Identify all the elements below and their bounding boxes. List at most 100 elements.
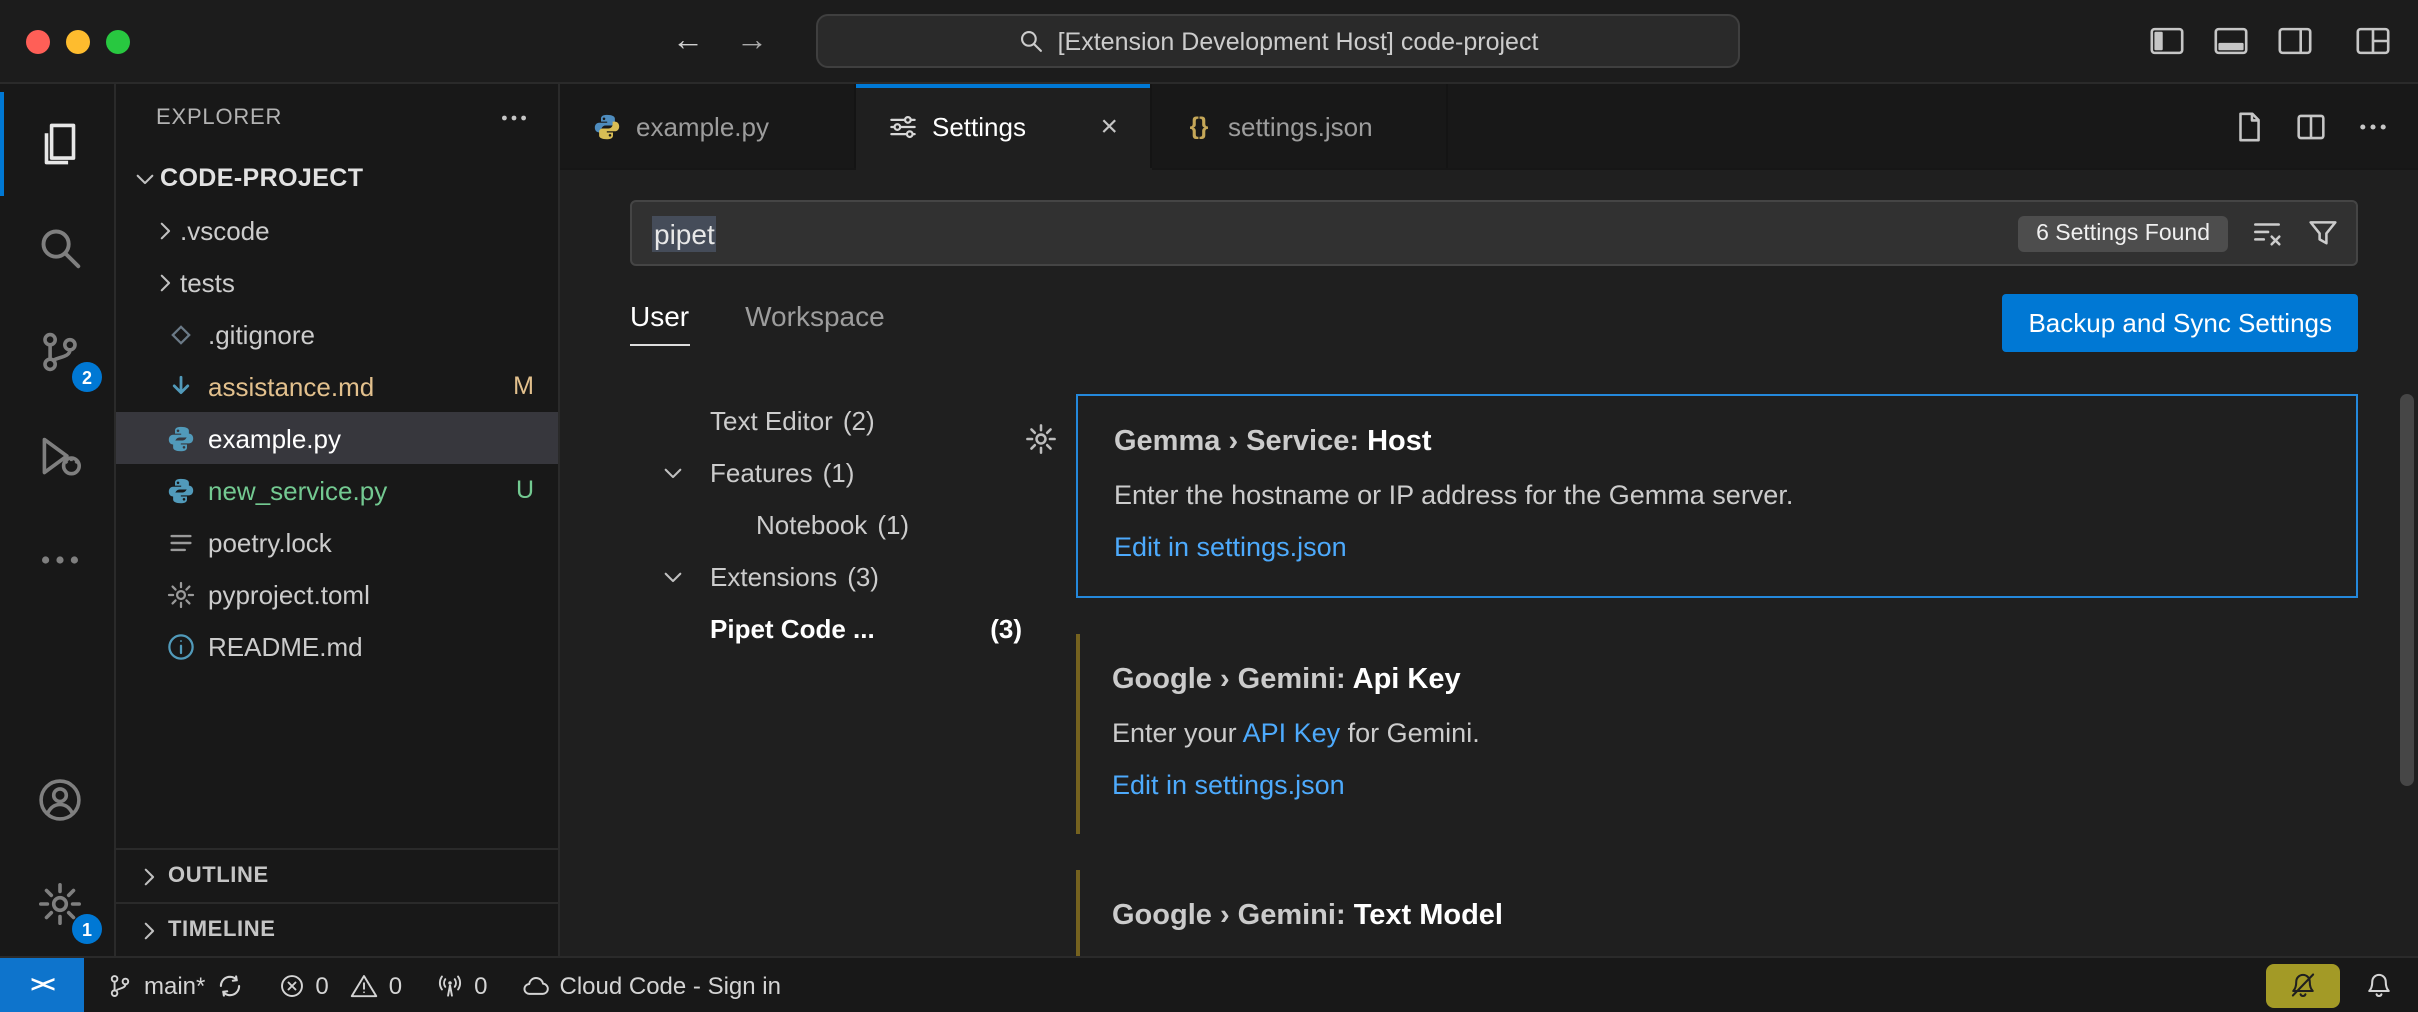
bell-icon — [2364, 970, 2394, 1000]
scm-badge: 2 — [72, 362, 102, 392]
tree-item-new-service-py[interactable]: new_service.py U — [116, 464, 558, 516]
titlebar: ← → [Extension Development Host] code-pr… — [0, 0, 2418, 84]
chevron-right-icon — [132, 917, 164, 943]
toc-pipet-code[interactable]: Pipet Code ... (3) — [630, 602, 1030, 654]
toggle-primary-sidebar-icon[interactable] — [2148, 22, 2186, 60]
command-center[interactable]: [Extension Development Host] code-projec… — [816, 14, 1740, 68]
toc-text-editor[interactable]: Text Editor (2) — [630, 394, 1030, 446]
lock-file-icon — [164, 526, 196, 558]
activity-settings[interactable]: 1 — [0, 852, 114, 956]
settings-sliders-icon — [888, 111, 918, 141]
history-nav: ← → — [672, 0, 768, 82]
edit-in-settings-json-link[interactable]: Edit in settings.json — [1112, 770, 1345, 800]
activity-more[interactable] — [0, 508, 114, 612]
tree-item-readme-md[interactable]: README.md — [116, 620, 558, 672]
tab-example-py[interactable]: example.py — [560, 84, 856, 168]
branch-status[interactable]: main* — [106, 971, 243, 999]
tab-settings[interactable]: Settings × — [856, 84, 1152, 168]
backup-sync-button[interactable]: Backup and Sync Settings — [2002, 294, 2358, 352]
explorer-title: EXPLORER — [156, 106, 498, 130]
setting-gear-icon[interactable] — [1024, 422, 1058, 456]
chevron-down-icon — [128, 165, 160, 191]
notifications-bell[interactable] — [2364, 970, 2394, 1000]
explorer-actions-icon[interactable] — [498, 102, 530, 134]
status-bar: >< main* 0 0 0 Cloud Code - Sign in — [0, 956, 2418, 1012]
close-window-button[interactable] — [26, 29, 50, 53]
activity-explorer[interactable] — [0, 92, 114, 196]
command-center-title: [Extension Development Host] code-projec… — [1058, 27, 1539, 55]
settings-search-input[interactable]: pipet 6 Settings Found — [630, 200, 2358, 266]
tab-settings-json[interactable]: {} settings.json — [1152, 84, 1448, 168]
timeline-section[interactable]: TIMELINE — [116, 902, 558, 956]
chevron-down-icon — [656, 459, 688, 485]
files-icon — [35, 120, 83, 168]
back-icon[interactable]: ← — [672, 23, 704, 59]
close-tab-icon[interactable]: × — [1100, 111, 1118, 141]
chevron-right-icon — [148, 269, 180, 295]
settings-scope-row: User Workspace Backup and Sync Settings — [630, 294, 2358, 352]
tree-item-gitignore[interactable]: .gitignore — [116, 308, 558, 360]
toc-notebook[interactable]: Notebook (1) — [630, 498, 1030, 550]
settings-scrollbar[interactable] — [2400, 394, 2414, 786]
outline-section[interactable]: OUTLINE — [116, 848, 558, 902]
setting-google-gemini-text-model[interactable]: Google › Gemini: Text Model — [1076, 870, 2358, 956]
activity-accounts[interactable] — [0, 748, 114, 852]
setting-description: Enter the hostname or IP address for the… — [1114, 480, 2320, 510]
error-icon — [277, 971, 305, 999]
warning-icon — [351, 971, 379, 999]
sync-icon — [215, 971, 243, 999]
activity-source-control[interactable]: 2 — [0, 300, 114, 404]
activity-run-debug[interactable] — [0, 404, 114, 508]
clear-filters-icon[interactable] — [2250, 216, 2284, 250]
tree-item-example-py[interactable]: example.py — [116, 412, 558, 464]
tree-item-poetry-lock[interactable]: poetry.lock — [116, 516, 558, 568]
window-controls — [26, 0, 130, 82]
setting-gemma-service-host[interactable]: Gemma › Service: Host Enter the hostname… — [1076, 394, 2358, 598]
search-icon — [35, 224, 83, 272]
filter-icon[interactable] — [2306, 216, 2340, 250]
explorer-header: EXPLORER — [116, 84, 558, 152]
scope-tab-workspace[interactable]: Workspace — [745, 300, 885, 346]
toc-extensions[interactable]: Extensions (3) — [630, 550, 1030, 602]
activity-bar: 2 1 — [0, 84, 116, 956]
split-editor-icon[interactable] — [2294, 109, 2328, 143]
bell-slash-icon — [2288, 970, 2318, 1000]
cloud-code-status[interactable]: Cloud Code - Sign in — [522, 971, 781, 999]
api-key-link[interactable]: API Key — [1243, 718, 1341, 748]
git-file-icon — [164, 318, 196, 350]
problems-status[interactable]: 0 0 — [277, 971, 402, 999]
json-braces-icon: {} — [1184, 111, 1214, 141]
zoom-window-button[interactable] — [106, 29, 130, 53]
tree-item-vscode[interactable]: .vscode — [116, 204, 558, 256]
search-controls — [2250, 216, 2340, 250]
explorer-sidebar: EXPLORER CODE-PROJECT .vscode tests .git… — [116, 84, 560, 956]
extension-alert-badge[interactable] — [2266, 963, 2340, 1007]
activity-search[interactable] — [0, 196, 114, 300]
toc-features[interactable]: Features (1) — [630, 446, 1030, 498]
customize-layout-icon[interactable] — [2354, 22, 2392, 60]
edit-in-settings-json-link[interactable]: Edit in settings.json — [1114, 532, 1347, 562]
status-right — [2266, 958, 2418, 1012]
chevron-right-icon — [148, 217, 180, 243]
git-branch-icon — [106, 971, 134, 999]
more-actions-icon[interactable] — [2356, 109, 2390, 143]
more-views-icon — [35, 536, 83, 584]
tree-root-label: CODE-PROJECT — [160, 164, 363, 192]
forward-icon[interactable]: → — [736, 23, 768, 59]
setting-google-gemini-api-key[interactable]: Google › Gemini: Api Key Enter your API … — [1076, 634, 2358, 834]
ports-status[interactable]: 0 — [436, 971, 487, 999]
tree-root-code-project[interactable]: CODE-PROJECT — [116, 152, 558, 204]
tree-item-tests[interactable]: tests — [116, 256, 558, 308]
scope-tab-user[interactable]: User — [630, 300, 689, 346]
open-settings-json-icon[interactable] — [2232, 109, 2266, 143]
python-file-icon — [164, 474, 196, 506]
tree-item-pyproject-toml[interactable]: pyproject.toml — [116, 568, 558, 620]
remote-indicator[interactable]: >< — [0, 958, 84, 1012]
run-debug-icon — [35, 432, 83, 480]
toml-gear-icon — [164, 578, 196, 610]
toggle-secondary-sidebar-icon[interactable] — [2276, 22, 2314, 60]
minimize-window-button[interactable] — [66, 29, 90, 53]
toggle-panel-icon[interactable] — [2212, 22, 2250, 60]
chevron-down-icon — [656, 563, 688, 589]
tree-item-assistance-md[interactable]: assistance.md M — [116, 360, 558, 412]
